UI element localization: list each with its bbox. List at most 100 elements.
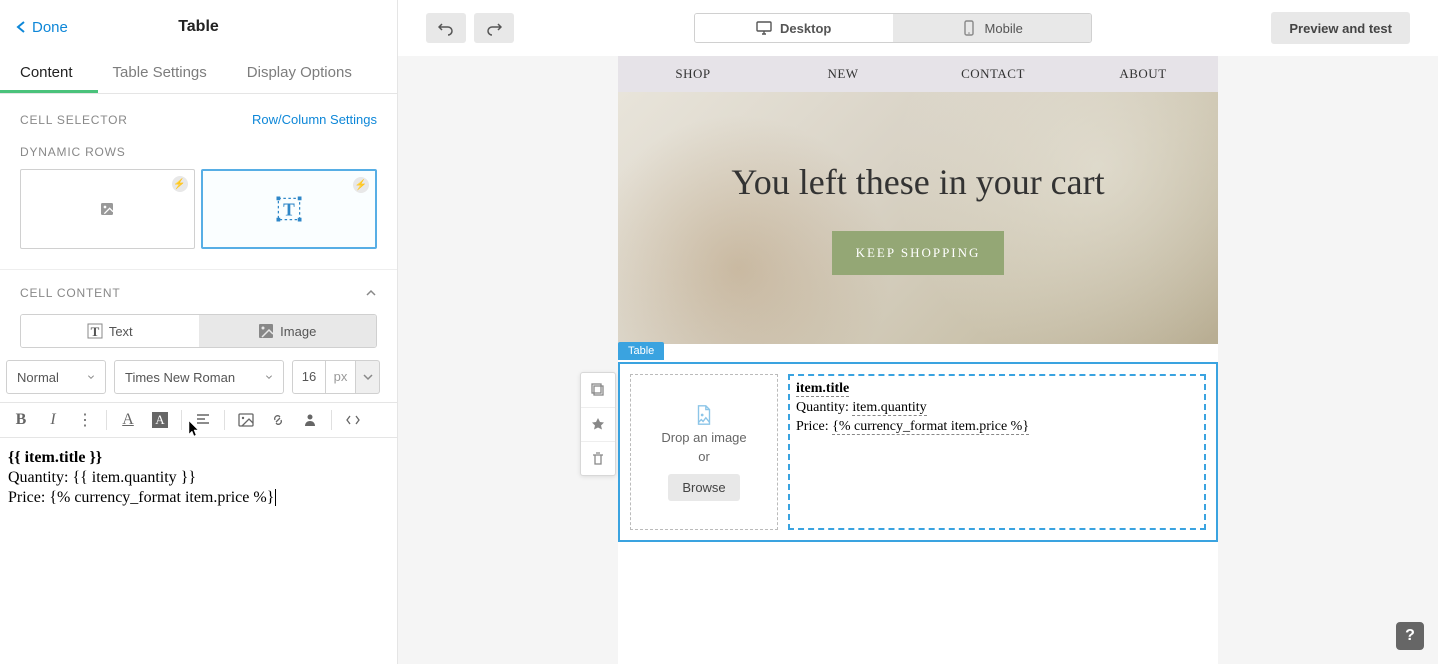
keep-shopping-button[interactable]: KEEP SHOPPING — [832, 231, 1005, 275]
link-icon — [270, 412, 286, 428]
cell-content-label: CELL CONTENT — [20, 286, 121, 300]
email-nav-bar: SHOP NEW CONTACT ABOUT — [618, 56, 1218, 92]
desktop-icon — [756, 20, 772, 36]
bold-icon: B — [16, 411, 27, 429]
font-size-value[interactable]: 16 — [292, 360, 326, 394]
drop-image-label: Drop an image — [661, 430, 746, 445]
row-column-settings-link[interactable]: Row/Column Settings — [252, 112, 377, 127]
nav-contact[interactable]: CONTACT — [918, 56, 1068, 92]
table-text-cell[interactable]: item.title Quantity: item.quantity Price… — [788, 374, 1206, 530]
toggle-image[interactable]: Image — [199, 315, 377, 347]
font-size-unit: px — [326, 360, 356, 394]
style-select[interactable]: Normal — [6, 360, 106, 394]
redo-icon — [486, 20, 502, 36]
code-button[interactable] — [338, 405, 368, 435]
image-type-icon — [258, 323, 274, 339]
hero-section: You left these in your cart KEEP SHOPPIN… — [618, 92, 1218, 344]
desktop-label: Desktop — [780, 21, 831, 36]
canvas-body: SHOP NEW CONTACT ABOUT You left these in… — [398, 56, 1438, 664]
text-icon: T — [274, 194, 304, 224]
mobile-tab[interactable]: Mobile — [893, 14, 1091, 42]
bg-color-icon: A — [152, 412, 167, 428]
cell-content-header[interactable]: CELL CONTENT — [0, 270, 397, 308]
favorite-button[interactable] — [581, 407, 615, 441]
link-button[interactable] — [263, 405, 293, 435]
italic-icon: I — [50, 411, 55, 429]
canvas-area: Desktop Mobile Preview and test SHOP NEW… — [398, 0, 1438, 664]
editor-line-2: Quantity: {{ item.quantity }} — [8, 468, 389, 488]
dynrow-text-card[interactable]: T ⚡ — [201, 169, 378, 249]
nav-new[interactable]: NEW — [768, 56, 918, 92]
dynamic-rows-label: DYNAMIC ROWS — [20, 145, 377, 159]
image-icon — [238, 412, 254, 428]
file-image-icon — [693, 404, 715, 426]
text-cursor — [275, 489, 280, 506]
chevron-down-icon — [362, 371, 374, 383]
desktop-tab[interactable]: Desktop — [695, 14, 893, 42]
undo-icon — [438, 20, 454, 36]
font-select-value: Times New Roman — [125, 370, 235, 385]
style-select-value: Normal — [17, 370, 59, 385]
back-arrow-icon — [16, 21, 28, 33]
italic-button[interactable]: I — [38, 405, 68, 435]
toggle-text[interactable]: T Text — [21, 315, 199, 347]
insert-image-button[interactable] — [231, 405, 261, 435]
redo-button[interactable] — [474, 13, 514, 43]
done-label: Done — [32, 19, 68, 36]
text-title-field: item.title — [796, 381, 849, 397]
hero-title: You left these in your cart — [731, 161, 1104, 203]
cell-selector-section: CELL SELECTOR Row/Column Settings — [0, 94, 397, 131]
done-button[interactable]: Done — [16, 19, 68, 36]
mouse-cursor-icon — [188, 420, 200, 438]
table-image-cell[interactable]: Drop an image or Browse — [630, 374, 778, 530]
text-color-icon: A — [122, 411, 134, 429]
delete-button[interactable] — [581, 441, 615, 475]
separator — [331, 410, 332, 430]
bold-button[interactable]: B — [6, 405, 36, 435]
dynamic-rows-section: DYNAMIC ROWS — [0, 131, 397, 159]
tab-indicator — [0, 90, 98, 93]
bg-color-button[interactable]: A — [145, 405, 175, 435]
font-size-input[interactable]: 16 px — [292, 360, 380, 394]
price-label: Price: — [796, 419, 832, 434]
browse-button[interactable]: Browse — [668, 474, 739, 501]
separator — [106, 410, 107, 430]
table-block[interactable]: Table Drop an image or Browse item.title — [618, 362, 1218, 542]
chevron-down-icon — [87, 373, 95, 381]
or-label: or — [698, 449, 710, 464]
svg-text:T: T — [90, 324, 99, 339]
sidebar-tabs: Content Table Settings Display Options — [0, 54, 397, 94]
image-icon — [99, 201, 115, 217]
table-row: Drop an image or Browse item.title Quant… — [620, 364, 1216, 540]
dynamic-rows-cards: ⚡ T ⚡ — [0, 159, 397, 269]
font-size-stepper[interactable] — [356, 360, 380, 394]
table-block-label: Table — [618, 342, 664, 360]
dynrow-image-card[interactable]: ⚡ — [20, 169, 195, 249]
tab-display-options[interactable]: Display Options — [227, 54, 372, 93]
font-select[interactable]: Times New Roman — [114, 360, 284, 394]
text-color-button[interactable]: A — [113, 405, 143, 435]
nav-shop[interactable]: SHOP — [618, 56, 768, 92]
duplicate-button[interactable] — [581, 373, 615, 407]
undo-redo-group — [426, 13, 514, 43]
undo-button[interactable] — [426, 13, 466, 43]
tab-table-settings[interactable]: Table Settings — [93, 54, 227, 93]
text-format-row: Normal Times New Roman 16 px — [0, 360, 397, 402]
star-icon — [590, 417, 606, 433]
help-button[interactable]: ? — [1396, 622, 1424, 650]
tab-content[interactable]: Content — [0, 54, 93, 93]
mobile-label: Mobile — [985, 21, 1023, 36]
toggle-text-label: Text — [109, 324, 133, 339]
qty-label: Quantity: — [796, 400, 852, 415]
text-editor[interactable]: {{ item.title }} Quantity: {{ item.quant… — [0, 438, 397, 518]
code-icon — [345, 412, 361, 428]
more-format-button[interactable]: ⋮ — [70, 405, 100, 435]
person-button[interactable] — [295, 405, 325, 435]
nav-about[interactable]: ABOUT — [1068, 56, 1218, 92]
content-type-toggle: T Text Image — [20, 314, 377, 348]
viewport-toggle: Desktop Mobile — [694, 13, 1092, 43]
preview-and-test-button[interactable]: Preview and test — [1271, 12, 1410, 44]
bolt-icon: ⚡ — [353, 177, 369, 193]
bolt-icon: ⚡ — [172, 176, 188, 192]
chevron-up-icon — [365, 287, 377, 299]
